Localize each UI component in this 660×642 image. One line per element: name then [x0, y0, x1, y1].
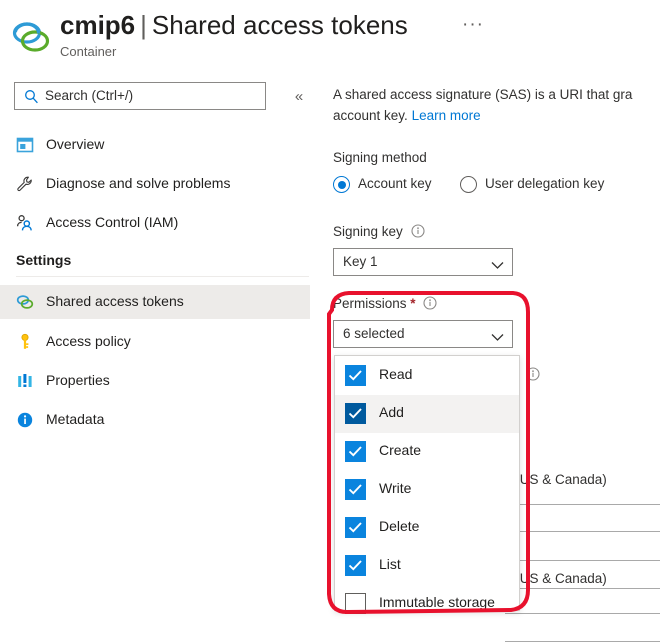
- form-rule: [505, 588, 660, 589]
- info-icon[interactable]: [526, 367, 540, 381]
- form-rule: [505, 504, 660, 505]
- chevron-down-icon: [491, 329, 504, 341]
- page-header: cmip6 | Shared access tokens ··· Container: [0, 0, 660, 72]
- permission-option-label: Read: [379, 366, 413, 382]
- checkbox-icon: [345, 403, 366, 424]
- form-rule: [505, 531, 660, 532]
- search-placeholder: Search (Ctrl+/): [45, 88, 134, 103]
- users-icon: [16, 214, 34, 232]
- sidebar-item-label: Metadata: [46, 411, 105, 427]
- permission-option-label: Write: [379, 480, 412, 496]
- sidebar-search-row: Search (Ctrl+/) «: [14, 82, 304, 112]
- page-title: cmip6 | Shared access tokens: [60, 8, 408, 42]
- permission-option-immutable-storage[interactable]: Immutable storage: [335, 585, 519, 623]
- permissions-value: 6 selected: [343, 326, 405, 341]
- sidebar-item-label: Access Control (IAM): [46, 214, 179, 230]
- permission-option-label: Create: [379, 442, 422, 458]
- sidebar-item-metadata[interactable]: Metadata: [0, 403, 312, 437]
- checkbox-icon: [345, 517, 366, 538]
- permissions-option-list[interactable]: Read Add Create Write Delete List Immuta…: [334, 355, 520, 614]
- permission-option-label: Delete: [379, 518, 420, 534]
- sidebar-item-shared-access-tokens[interactable]: Shared access tokens: [0, 285, 310, 319]
- page-subtitle: Container: [60, 44, 117, 59]
- sidebar-item-label: Access policy: [46, 333, 131, 349]
- title-separator: |: [140, 10, 147, 40]
- container-icon: [12, 20, 50, 54]
- info-circle-icon: [16, 411, 34, 429]
- sidebar-item-label: Overview: [46, 136, 105, 152]
- sidebar-item-label: Diagnose and solve problems: [46, 175, 231, 191]
- checkbox-icon: [345, 365, 366, 386]
- form-rule: [505, 560, 660, 561]
- page-title-block: cmip6 | Shared access tokens: [60, 8, 408, 42]
- container-icon: [16, 293, 34, 311]
- permission-option-delete[interactable]: Delete: [335, 509, 519, 547]
- sidebar-divider: [16, 276, 309, 277]
- sidebar-item-diagnose-and-solve-problems[interactable]: Diagnose and solve problems: [0, 167, 312, 201]
- form-rule: [505, 613, 660, 614]
- sidebar-item-label: Shared access tokens: [46, 293, 184, 309]
- resource-menu-sidebar: Search (Ctrl+/) « Overview Diagnose and …: [0, 76, 312, 616]
- wrench-icon: [16, 175, 34, 193]
- properties-icon: [16, 372, 34, 390]
- permission-option-add[interactable]: Add: [335, 395, 519, 433]
- checkbox-icon: [345, 441, 366, 462]
- checkbox-icon: [345, 555, 366, 576]
- permission-option-read[interactable]: Read: [335, 357, 519, 395]
- permission-option-label: Immutable storage: [379, 594, 495, 610]
- permission-option-create[interactable]: Create: [335, 433, 519, 471]
- permission-option-label: Add: [379, 404, 404, 420]
- sidebar-item-label: Properties: [46, 372, 110, 388]
- sidebar-item-access-policy[interactable]: Access policy: [0, 325, 312, 359]
- permission-option-label: List: [379, 556, 401, 572]
- search-input[interactable]: Search (Ctrl+/): [14, 82, 266, 110]
- page-name: Shared access tokens: [151, 10, 408, 40]
- permission-option-write[interactable]: Write: [335, 471, 519, 509]
- checkbox-icon: [345, 593, 366, 614]
- sidebar-group-settings: Settings: [16, 252, 72, 268]
- resource-name: cmip6: [60, 10, 136, 40]
- overview-icon: [16, 136, 34, 154]
- permissions-dropdown-button[interactable]: 6 selected: [333, 320, 513, 348]
- sidebar-item-overview[interactable]: Overview: [0, 128, 312, 162]
- more-menu-button[interactable]: ···: [462, 15, 484, 34]
- checkbox-icon: [345, 479, 366, 500]
- collapse-sidebar-button[interactable]: «: [288, 86, 310, 108]
- permission-option-list[interactable]: List: [335, 547, 519, 585]
- key-icon: [16, 333, 34, 351]
- sidebar-item-access-control-iam[interactable]: Access Control (IAM): [0, 206, 312, 240]
- sidebar-item-properties[interactable]: Properties: [0, 364, 312, 398]
- search-icon: [24, 89, 39, 104]
